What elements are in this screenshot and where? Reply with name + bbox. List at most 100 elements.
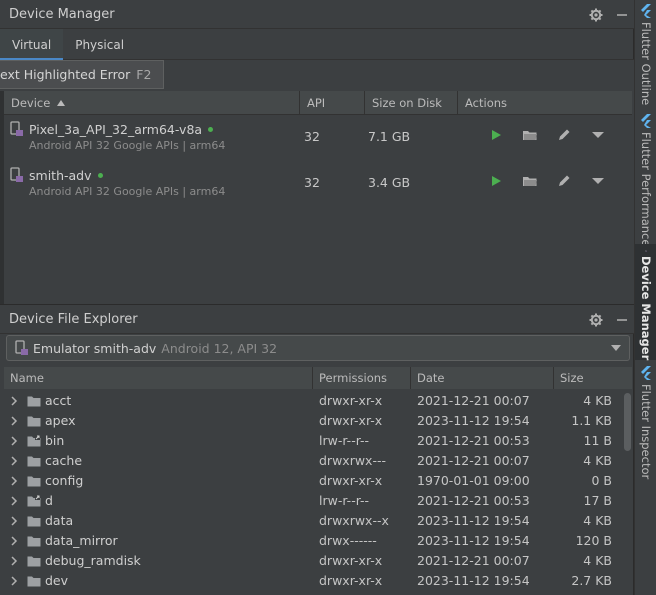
- column-api[interactable]: API: [300, 91, 365, 115]
- device-subtitle: Android API 32 Google APIs | arm64: [29, 185, 226, 198]
- chevron-right-icon[interactable]: [10, 536, 18, 546]
- chevron-right-icon[interactable]: [10, 556, 18, 566]
- file-row[interactable]: data drwxrwx--x 2023-11-12 19:54 4 KB: [4, 511, 632, 531]
- folder-link-icon: [27, 495, 41, 507]
- tab-flutter-performance[interactable]: Flutter Performance: [635, 114, 656, 246]
- column-date[interactable]: Date: [411, 367, 554, 389]
- minimize-icon[interactable]: [610, 3, 634, 27]
- file-row[interactable]: acct drwxr-xr-x 2021-12-21 00:07 4 KB: [4, 391, 632, 411]
- column-size-label: Size: [560, 371, 584, 385]
- file-date: 2023-11-12 19:54: [417, 533, 530, 548]
- column-actions: Actions: [458, 91, 632, 115]
- file-name: cache: [45, 453, 83, 468]
- file-name: data_mirror: [45, 533, 118, 548]
- main-panel: Device Manager Virtual Physical ext High…: [0, 0, 634, 595]
- column-actions-label: Actions: [465, 96, 508, 110]
- right-tool-strip: Flutter Outline Flutter Performance Devi…: [634, 0, 656, 595]
- emulator-device-icon: [10, 121, 23, 136]
- file-row[interactable]: bin lrw-r--r-- 2021-12-21 00:53 11 B: [4, 431, 632, 451]
- file-explorer-titlebar: Device File Explorer: [0, 305, 634, 334]
- file-row[interactable]: debug_ramdisk drwxr-xr-x 2021-12-21 00:07 4…: [4, 551, 632, 571]
- chevron-right-icon[interactable]: [10, 476, 18, 486]
- tab-virtual-label: Virtual: [12, 37, 52, 52]
- folder-icon: [27, 396, 41, 407]
- edit-pencil-icon[interactable]: [554, 171, 574, 191]
- file-row[interactable]: config drwxr-xr-x 1970-01-01 09:00 0 B: [4, 471, 632, 491]
- file-name: acct: [45, 393, 72, 408]
- file-size: 4 KB: [583, 453, 612, 468]
- file-size: 0 B: [591, 473, 612, 488]
- tab-virtual[interactable]: Virtual: [0, 29, 64, 61]
- folder-icon: [27, 576, 41, 587]
- folder-icon[interactable]: [520, 171, 540, 191]
- file-date: 2023-11-12 19:54: [417, 513, 530, 528]
- scrollbar-thumb[interactable]: [624, 393, 631, 451]
- tab-flutter-inspector-label: Flutter Inspector: [639, 384, 653, 480]
- device-name: smith-adv: [29, 168, 92, 183]
- gear-icon[interactable]: [584, 3, 608, 27]
- device-manager-content: ext Highlighted Error F2 Device API Size…: [0, 60, 634, 304]
- chevron-right-icon[interactable]: [10, 396, 18, 406]
- tab-flutter-outline-label: Flutter Outline: [639, 22, 653, 106]
- file-row[interactable]: cache drwxrwx--- 2021-12-21 00:07 4 KB: [4, 451, 632, 471]
- tab-flutter-inspector[interactable]: Flutter Inspector: [635, 366, 656, 479]
- column-size[interactable]: Size on Disk: [365, 91, 458, 115]
- column-device[interactable]: Device: [4, 91, 300, 115]
- column-permissions[interactable]: Permissions: [313, 367, 411, 389]
- file-row[interactable]: dev drwxr-xr-x 2023-11-12 19:54 2.7 KB: [4, 571, 632, 591]
- flutter-icon: [641, 114, 651, 128]
- file-permissions: drwxr-xr-x: [319, 473, 383, 488]
- file-row[interactable]: apex drwxr-xr-x 2023-11-12 19:54 1.1 KB: [4, 411, 632, 431]
- folder-icon[interactable]: [520, 125, 540, 145]
- file-permissions: drwxrwx--x: [319, 513, 389, 528]
- chevron-right-icon[interactable]: [10, 456, 18, 466]
- file-size: 1.1 KB: [571, 413, 612, 428]
- file-date: 2021-12-21 00:07: [417, 453, 530, 468]
- run-icon[interactable]: [486, 171, 506, 191]
- file-permissions: drwx------: [319, 533, 377, 548]
- gear-icon[interactable]: [584, 308, 608, 332]
- file-date: 2023-11-12 19:54: [417, 573, 530, 588]
- run-icon[interactable]: [486, 125, 506, 145]
- folder-icon: [27, 456, 41, 467]
- file-date: 2021-12-21 00:53: [417, 433, 530, 448]
- flutter-icon: [641, 366, 651, 380]
- column-size[interactable]: Size: [554, 367, 632, 389]
- selected-device-detail: Android 12, API 32: [161, 340, 278, 356]
- chevron-down-icon: [611, 345, 621, 351]
- folder-icon: [27, 416, 41, 427]
- file-row[interactable]: d lrw-r--r-- 2021-12-21 00:53 17 B: [4, 491, 632, 511]
- tab-device-manager[interactable]: Device Manager: [635, 244, 656, 360]
- column-api-label: API: [307, 96, 326, 110]
- left-gutter: [0, 91, 4, 304]
- chevron-down-icon[interactable]: [588, 171, 608, 191]
- tab-physical-label: Physical: [75, 37, 125, 52]
- column-device-label: Device: [11, 96, 51, 110]
- column-name-label: Name: [10, 371, 44, 385]
- column-name[interactable]: Name: [4, 367, 313, 389]
- file-row[interactable]: [4, 591, 632, 595]
- chevron-right-icon[interactable]: [10, 576, 18, 586]
- file-name: d: [45, 493, 53, 508]
- device-row[interactable]: Pixel_3a_API_32_arm64-v8a Android API 32…: [4, 118, 632, 164]
- file-name: data: [45, 513, 74, 528]
- minimize-icon[interactable]: [610, 308, 634, 332]
- chevron-down-icon[interactable]: [588, 125, 608, 145]
- tab-physical[interactable]: Physical: [63, 29, 136, 60]
- error-tooltip: ext Highlighted Error F2: [0, 60, 165, 89]
- file-row[interactable]: data_mirror drwx------ 2023-11-12 19:54 120…: [4, 531, 632, 551]
- file-date: 2021-12-21 00:53: [417, 493, 530, 508]
- chevron-right-icon[interactable]: [10, 516, 18, 526]
- device-selector-dropdown[interactable]: Emulator smith-adv Android 12, API 32: [6, 335, 630, 361]
- file-name: debug_ramdisk: [45, 553, 141, 568]
- chevron-right-icon[interactable]: [10, 416, 18, 426]
- tab-flutter-outline[interactable]: Flutter Outline: [635, 4, 656, 105]
- device-row[interactable]: smith-adv Android API 32 Google APIs | a…: [4, 164, 632, 210]
- file-name: bin: [45, 433, 65, 448]
- emulator-device-icon: [10, 167, 23, 182]
- device-api: 32: [304, 129, 320, 144]
- tab-flutter-performance-label: Flutter Performance: [639, 132, 653, 247]
- edit-pencil-icon[interactable]: [554, 125, 574, 145]
- chevron-right-icon[interactable]: [10, 496, 18, 506]
- chevron-right-icon[interactable]: [10, 436, 18, 446]
